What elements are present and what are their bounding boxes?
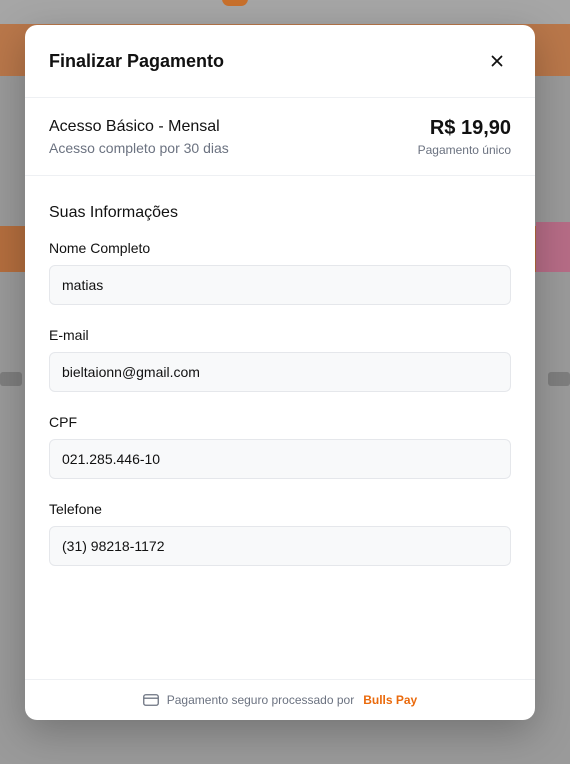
cpf-input[interactable] — [49, 439, 511, 479]
close-icon — [491, 55, 503, 67]
email-label: E-mail — [49, 327, 89, 343]
field-email: E-mail — [49, 327, 511, 392]
payment-provider-link[interactable]: Bulls Pay — [363, 693, 417, 707]
price-note: Pagamento único — [417, 142, 511, 157]
background-element-left — [0, 372, 22, 386]
modal-title: Finalizar Pagamento — [49, 50, 225, 71]
customer-info-form: Suas Informações Nome Completo E-mail CP… — [25, 176, 535, 566]
section-title: Suas Informações — [49, 204, 178, 221]
plan-summary: Acesso Básico - Mensal Acesso completo p… — [25, 98, 535, 176]
secure-payment-text: Pagamento seguro processado por — [166, 693, 355, 707]
close-button[interactable] — [483, 47, 511, 75]
background-header — [0, 0, 570, 24]
email-input[interactable] — [49, 352, 511, 392]
background-accent — [222, 0, 248, 6]
plan-description: Acesso completo por 30 dias — [49, 139, 229, 156]
plan-info: Acesso Básico - Mensal Acesso completo p… — [49, 118, 229, 156]
plan-name: Acesso Básico - Mensal — [49, 117, 220, 135]
phone-input[interactable] — [49, 526, 511, 566]
payment-modal: Finalizar Pagamento Acesso Básico - Mens… — [25, 25, 535, 720]
full-name-input[interactable] — [49, 265, 511, 305]
plan-pricing: R$ 19,90 Pagamento único — [418, 117, 511, 157]
full-name-label: Nome Completo — [49, 240, 151, 256]
credit-card-icon — [142, 694, 159, 706]
cpf-label: CPF — [49, 414, 77, 430]
field-cpf: CPF — [49, 414, 511, 479]
field-phone: Telefone — [49, 501, 511, 566]
background-card-edge — [536, 222, 570, 272]
modal-header: Finalizar Pagamento — [25, 25, 535, 98]
background-element-right — [548, 372, 570, 386]
field-full-name: Nome Completo — [49, 240, 511, 305]
phone-label: Telefone — [49, 501, 102, 517]
secure-payment-footer: Pagamento seguro processado por Bulls Pa… — [25, 679, 535, 720]
plan-price: R$ 19,90 — [429, 116, 511, 139]
